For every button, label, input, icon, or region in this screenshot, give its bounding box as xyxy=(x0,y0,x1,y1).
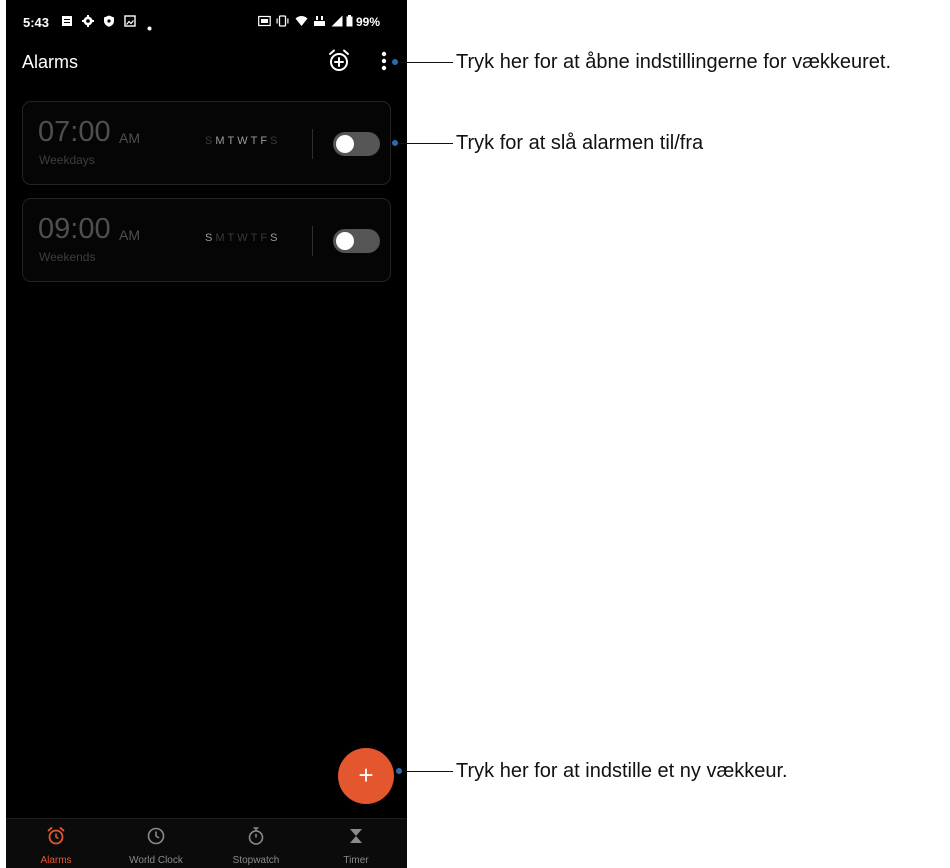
toggle-knob xyxy=(336,232,354,250)
callout-settings-text: Tryk her for at åbne indstillingerne for… xyxy=(456,51,892,73)
bottom-nav: Alarms World Clock Stopwatch Timer xyxy=(6,818,407,868)
page-title: Alarms xyxy=(22,52,79,72)
more-vert-icon[interactable] xyxy=(374,49,394,73)
tab-label: World Clock xyxy=(129,855,183,866)
data-signal-icon xyxy=(313,14,326,32)
tab-world-clock[interactable]: World Clock xyxy=(106,819,206,868)
alarm-days: SMTWTFS xyxy=(205,135,280,147)
wifi-icon xyxy=(295,14,308,32)
day-tuesday: T xyxy=(227,135,238,147)
alarm-days: SMTWTFS xyxy=(205,232,280,244)
alarm-ampm: AM xyxy=(119,130,140,146)
day-wednesday: W xyxy=(237,232,251,244)
gallery-icon xyxy=(124,14,136,32)
alarm-icon xyxy=(47,827,65,845)
shield-icon xyxy=(103,14,115,32)
day-tuesday: T xyxy=(227,232,238,244)
settings-gear-icon xyxy=(82,14,94,32)
alarm-add-icon[interactable] xyxy=(326,48,352,74)
day-saturday: S xyxy=(270,232,281,244)
status-time: 5:43 xyxy=(23,15,50,30)
callout-line xyxy=(402,771,453,772)
alarm-divider xyxy=(312,226,313,256)
callout-toggle-text: Tryk for at slå alarmen til/fra xyxy=(456,132,704,154)
nfc-icon xyxy=(258,14,271,32)
day-thursday: T xyxy=(250,135,261,147)
day-sunday: S xyxy=(205,135,216,147)
tab-alarms[interactable]: Alarms xyxy=(6,819,106,868)
tab-label: Stopwatch xyxy=(232,855,280,866)
stopwatch-icon xyxy=(248,827,264,845)
tab-stopwatch[interactable]: Stopwatch xyxy=(206,819,306,868)
day-saturday: S xyxy=(270,135,281,147)
cell-signal-icon xyxy=(331,14,343,32)
battery-icon xyxy=(346,14,353,32)
day-monday: M xyxy=(215,135,228,147)
notes-icon xyxy=(61,14,73,32)
notification-dot-icon xyxy=(147,18,152,36)
clock-icon xyxy=(147,827,165,845)
day-thursday: T xyxy=(250,232,261,244)
alarm-divider xyxy=(312,129,313,159)
callout-line xyxy=(398,62,453,63)
day-sunday: S xyxy=(205,232,216,244)
phone-screen: 5:43 99% Alarms 07:00 AM Weekdays SMTWTF… xyxy=(6,0,407,868)
alarm-card[interactable]: 09:00 AM Weekends SMTWTFS xyxy=(22,198,391,282)
alarm-card[interactable]: 07:00 AM Weekdays SMTWTFS xyxy=(22,101,391,185)
status-bar: 5:43 99% xyxy=(6,0,407,40)
toggle-knob xyxy=(336,135,354,153)
alarm-ampm: AM xyxy=(119,227,140,243)
add-alarm-button[interactable]: + xyxy=(338,748,394,804)
alarm-repeat-label: Weekends xyxy=(39,250,96,264)
alarm-repeat-label: Weekdays xyxy=(39,153,95,167)
callout-add-text: Tryk her for at indstille et ny vækkeur. xyxy=(456,760,788,782)
tab-label: Timer xyxy=(343,855,369,866)
day-friday: F xyxy=(260,135,271,147)
battery-percent: 99% xyxy=(356,15,381,29)
alarm-time: 07:00 xyxy=(38,116,111,148)
tab-label: Alarms xyxy=(40,855,72,866)
callout-line xyxy=(398,143,453,144)
alarm-time: 09:00 xyxy=(38,213,111,245)
hourglass-icon xyxy=(350,829,362,843)
alarm-toggle[interactable] xyxy=(333,132,380,156)
alarm-toggle[interactable] xyxy=(333,229,380,253)
vibrate-icon xyxy=(276,14,289,32)
tab-timer[interactable]: Timer xyxy=(306,819,406,868)
day-friday: F xyxy=(260,232,271,244)
day-monday: M xyxy=(215,232,228,244)
day-wednesday: W xyxy=(237,135,251,147)
